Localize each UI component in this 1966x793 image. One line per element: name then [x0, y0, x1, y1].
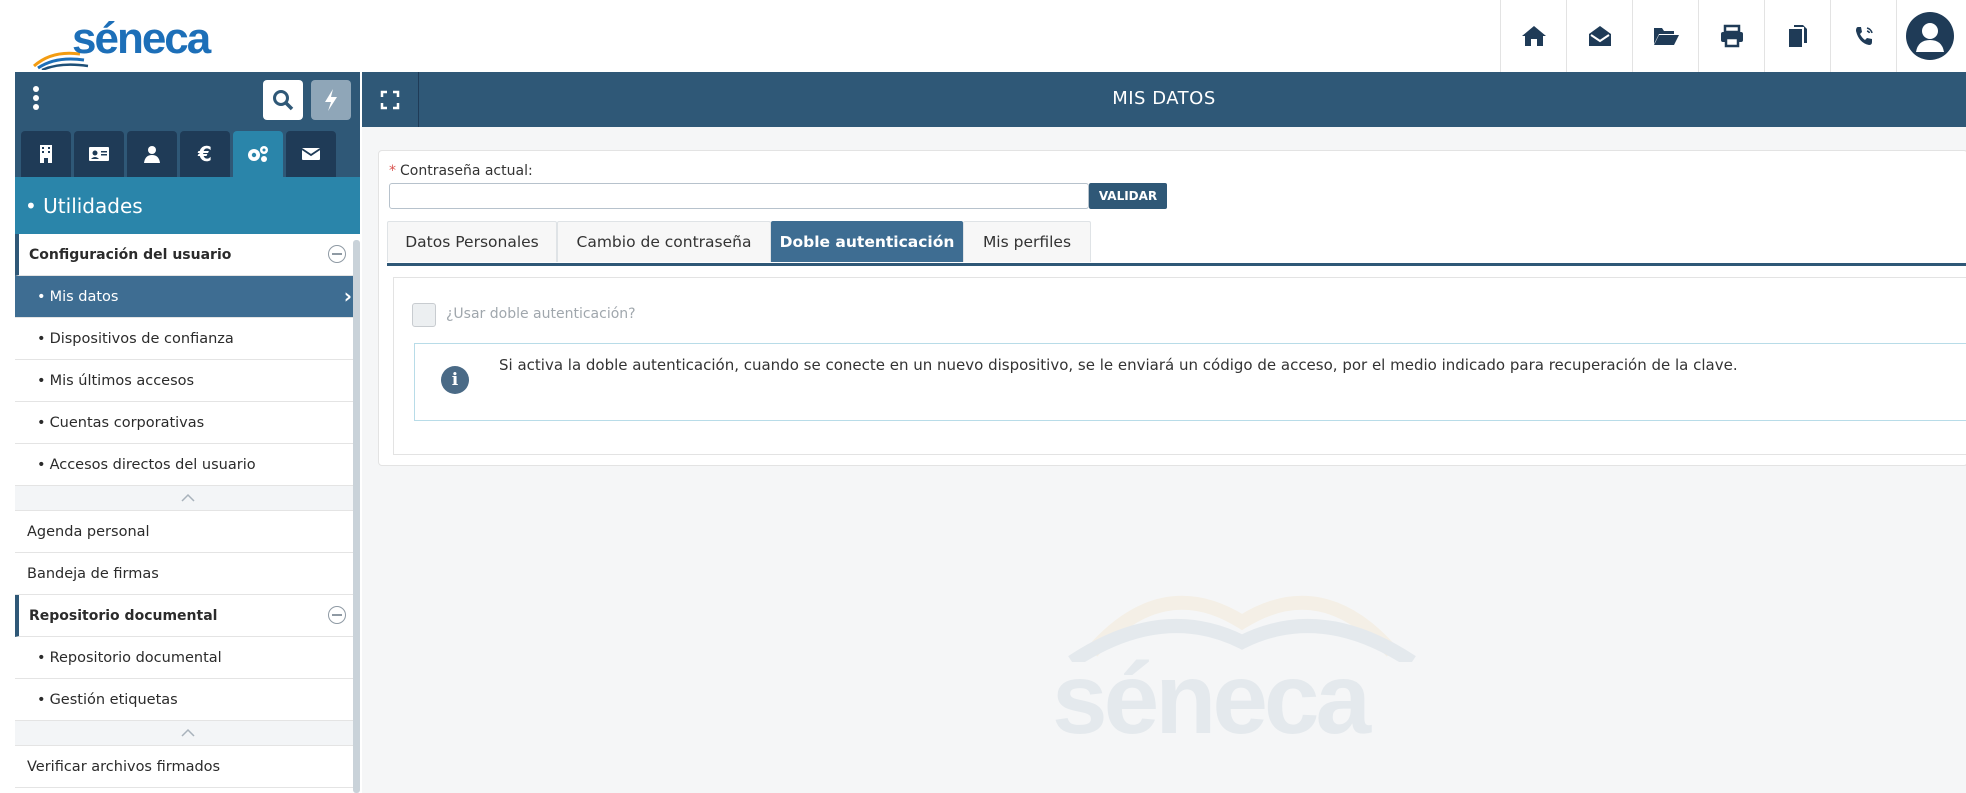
sidebar-section-utilidades[interactable]: • Utilidades	[15, 177, 360, 234]
user-menu[interactable]	[1896, 0, 1963, 72]
tab-doble-autenticacion[interactable]: Doble autenticación	[771, 221, 963, 262]
sidebar-item-dispositivos-confianza[interactable]: • Dispositivos de confianza	[15, 318, 360, 360]
sidebar-module-tabs: €	[15, 127, 360, 177]
seneca-watermark: séneca	[1052, 552, 1432, 772]
phone-icon[interactable]	[1830, 0, 1896, 72]
sidebar-item-label: Mis datos	[49, 288, 119, 305]
sidebar-group-configuracion-usuario[interactable]: Configuración del usuario	[15, 234, 360, 276]
search-button[interactable]	[263, 80, 303, 120]
home-icon[interactable]	[1500, 0, 1566, 72]
copy-icon[interactable]	[1764, 0, 1830, 72]
watermark-text: séneca	[1052, 643, 1371, 755]
two-factor-checkbox-label: ¿Usar doble autenticación?	[446, 306, 636, 322]
sidebar-item-label: Accesos directos del usuario	[49, 456, 256, 473]
collapse-icon[interactable]	[328, 606, 346, 624]
info-alert: i Si activa la doble autenticación, cuan…	[414, 343, 1966, 421]
sidebar-item-label: Agenda personal	[27, 523, 150, 540]
chevron-right-icon: ›	[343, 284, 352, 308]
sidebar-group-label: Configuración del usuario	[29, 246, 232, 263]
sidebar-toolbar	[15, 72, 360, 127]
sidebar-item-accesos-directos[interactable]: • Accesos directos del usuario	[15, 444, 360, 486]
top-bar: séneca	[0, 0, 1966, 72]
sidebar-item-verificar-archivos[interactable]: Verificar archivos firmados	[15, 746, 360, 788]
id-card-icon[interactable]	[74, 131, 124, 177]
sidebar-item-repositorio-documental[interactable]: • Repositorio documental	[15, 637, 360, 679]
tab-bar: Datos Personales Cambio de contraseña Do…	[387, 219, 1966, 266]
info-text: Si activa la doble autenticación, cuando…	[499, 356, 1738, 374]
sidebar-item-label: Dispositivos de confianza	[49, 330, 234, 347]
sidebar-item-bandeja-firmas[interactable]: Bandeja de firmas	[15, 553, 360, 595]
main-header: MIS DATOS	[362, 72, 1966, 127]
chevron-up-icon[interactable]	[15, 486, 360, 511]
main-content: MIS DATOS * Contraseña actual: VALIDAR Da…	[362, 72, 1966, 793]
tab-datos-personales[interactable]: Datos Personales	[387, 221, 557, 262]
sidebar-item-mis-datos[interactable]: • Mis datos ›	[15, 276, 360, 318]
sidebar-item-label: Repositorio documental	[49, 649, 222, 666]
current-password-input[interactable]	[389, 183, 1089, 209]
sidebar-item-label: Cuentas corporativas	[49, 414, 205, 431]
chevron-up-icon[interactable]	[15, 721, 360, 746]
required-marker: *	[389, 163, 396, 179]
kebab-menu-icon[interactable]	[31, 84, 41, 118]
sidebar-item-label: Verificar archivos firmados	[27, 758, 221, 775]
page-title: MIS DATOS	[1112, 88, 1216, 109]
sidebar-item-cuentas-corporativas[interactable]: • Cuentas corporativas	[15, 402, 360, 444]
sidebar-group-repositorio-documental[interactable]: Repositorio documental	[15, 595, 360, 637]
gears-icon[interactable]	[233, 131, 283, 177]
print-icon[interactable]	[1698, 0, 1764, 72]
sidebar-scrollbar[interactable]	[353, 240, 360, 793]
form-card: * Contraseña actual: VALIDAR Datos Person…	[378, 150, 1966, 466]
tab-panel-doble-autenticacion: ¿Usar doble autenticación? i Si activa l…	[393, 277, 1966, 455]
two-factor-checkbox[interactable]	[412, 303, 436, 327]
mail-icon[interactable]	[286, 131, 336, 177]
quick-actions-button[interactable]	[311, 80, 351, 120]
euro-icon[interactable]: €	[180, 131, 230, 177]
sidebar-group-label: Repositorio documental	[29, 607, 218, 624]
building-icon[interactable]	[21, 131, 71, 177]
envelope-open-icon[interactable]	[1566, 0, 1632, 72]
password-label: * Contraseña actual:	[389, 163, 533, 179]
sidebar-item-label: Gestión etiquetas	[49, 691, 178, 708]
search-icon	[273, 90, 294, 111]
sidebar-item-ultimos-accesos[interactable]: • Mis últimos accesos	[15, 360, 360, 402]
sidebar-item-gestion-etiquetas[interactable]: • Gestión etiquetas	[15, 679, 360, 721]
folder-open-icon[interactable]	[1632, 0, 1698, 72]
logo-text: séneca	[72, 14, 211, 63]
info-icon: i	[441, 366, 469, 394]
user-avatar-icon[interactable]	[1906, 12, 1954, 60]
sidebar-menu: Configuración del usuario • Mis datos › •…	[15, 234, 360, 788]
sidebar-item-label: Mis últimos accesos	[49, 372, 195, 389]
seneca-logo[interactable]: séneca	[32, 10, 232, 70]
tab-cambio-contrasena[interactable]: Cambio de contraseña	[557, 221, 771, 262]
sidebar-item-agenda-personal[interactable]: Agenda personal	[15, 511, 360, 553]
user-group-icon[interactable]	[127, 131, 177, 177]
top-toolbar	[1500, 0, 1963, 72]
password-label-text: Contraseña actual:	[400, 163, 533, 179]
sidebar-item-label: Bandeja de firmas	[27, 565, 159, 582]
collapse-icon[interactable]	[328, 245, 346, 263]
tab-mis-perfiles[interactable]: Mis perfiles	[963, 221, 1091, 262]
validate-button[interactable]: VALIDAR	[1089, 183, 1167, 209]
bolt-icon	[325, 89, 337, 111]
sidebar: € • Utilidades Configuración del usuario…	[15, 72, 360, 793]
